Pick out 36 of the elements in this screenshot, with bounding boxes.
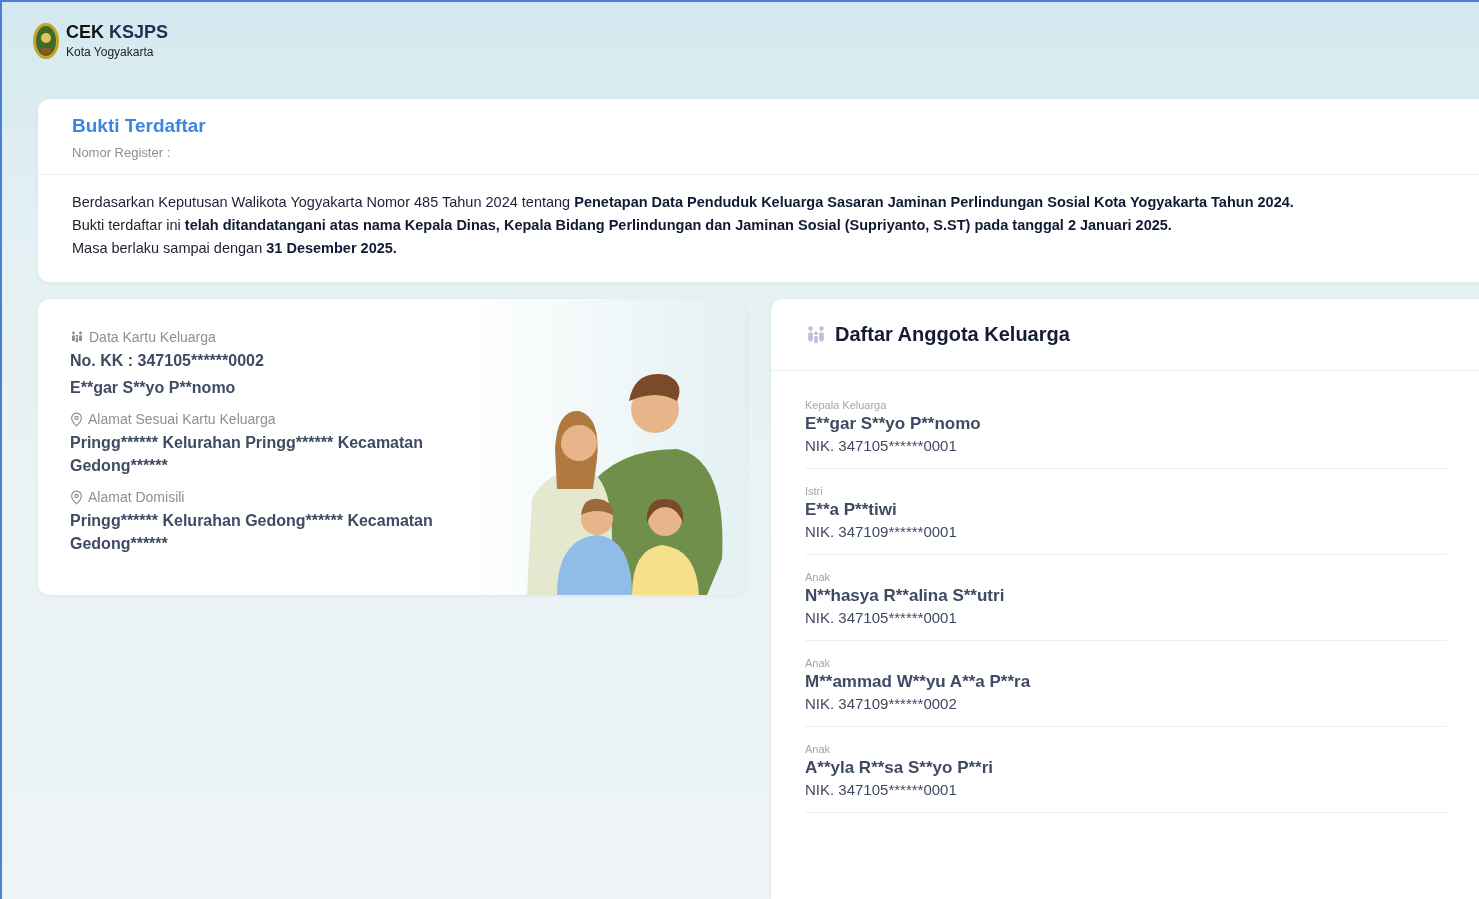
app-title: KSJPS: [109, 22, 169, 43]
location-pin-icon: [70, 489, 83, 505]
member-nik: NIK. 347105******0001: [805, 781, 958, 798]
location-pin-icon: [70, 411, 83, 427]
section-value: E**gar S**yo P**nomo: [70, 378, 237, 398]
member-name: E**gar S**yo P**nomo: [805, 414, 982, 434]
member-nik: NIK. 347105******0001: [805, 437, 958, 454]
member-role: Istri: [805, 485, 824, 497]
app-subtitle: Kota Yogyakarta: [66, 45, 155, 59]
member-name: N**hasya R**alina S**utri: [805, 586, 1006, 606]
member-name: A**yla R**sa S**yo P**ri: [805, 758, 995, 778]
statement-text: Masa berlaku sampai dengan 31 Desember 2025.: [72, 239, 398, 258]
statement-text: Berdasarkan Keputusan Walikota Yogyakarta Nomor 485 Tahun 2024 tentang Penetapan Data Penduduk Keluarga Sasaran Jaminan Perlindungan Sosial Kota Yogyakarta Tahun 2024.: [72, 193, 1295, 212]
member-role: Anak: [805, 571, 832, 583]
section-label: Alamat Sesuai Kartu Keluarga: [88, 411, 276, 427]
section-value: Pringg****** Kelurahan Gedong****** Kecamatan Gedong******: [70, 511, 434, 554]
member-nik: NIK. 347109******0001: [805, 523, 958, 540]
app-title: CEK: [66, 22, 104, 43]
section-label: Alamat Domisili: [88, 489, 185, 505]
member-role: Kepala Keluarga: [805, 399, 888, 411]
member-name: M**ammad W**yu A**a P**ra: [805, 672, 1032, 692]
member-nik: NIK. 347105******0001: [805, 609, 958, 626]
card-title: Bukti Terdaftar: [72, 115, 207, 137]
member-role: Anak: [805, 657, 832, 669]
member-name: E**a P**tiwi: [805, 500, 898, 520]
member-role: Anak: [805, 743, 832, 755]
people-icon: [70, 330, 84, 344]
statement-text: Bukti terdaftar ini telah ditandatangani atas nama Kepala Dinas, Kepala Bidang Perlindungan dan Jaminan Sosial (Supriyanto, S.ST) pada tanggal 2 Januari 2025.: [72, 216, 1173, 235]
section-label: Data Kartu Keluarga: [89, 329, 216, 345]
register-number-label: Nomor Register :: [72, 145, 172, 160]
member-nik: NIK. 347109******0002: [805, 695, 958, 712]
card-title: Daftar Anggota Keluarga: [835, 323, 1070, 346]
emblem-icon: [32, 22, 60, 60]
section-value: Pringg****** Kelurahan Pringg****** Kecamatan Gedong******: [70, 433, 424, 476]
section-value: No. KK : 347105******0002: [70, 351, 265, 371]
people-icon: [805, 323, 827, 346]
